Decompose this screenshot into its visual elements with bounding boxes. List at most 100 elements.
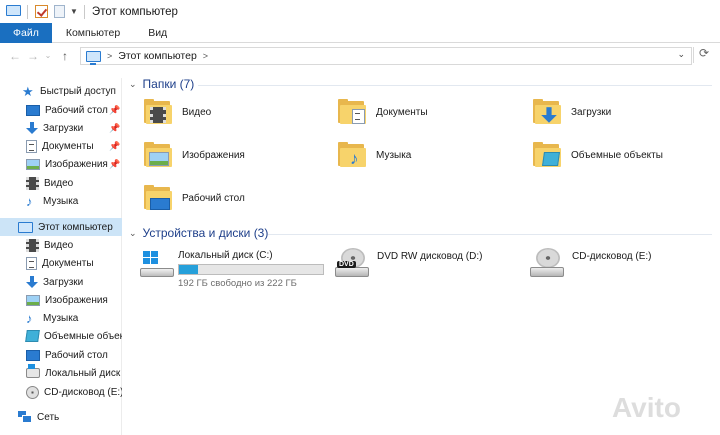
navigation-pane[interactable]: ★ Быстрый доступ Рабочий стол 📌 Загрузки… [0,78,122,435]
local-disk-icon [140,250,174,278]
folder-tile-desktop[interactable]: Рабочий стол [144,185,245,211]
desktop-icon [26,104,40,116]
sidebar-item-label: Изображения [45,294,108,306]
video-icon [26,238,39,252]
music-icon: ♪ [26,310,33,326]
sidebar-item-pc-pictures[interactable]: Изображения [0,291,122,309]
group-header-devices[interactable]: ⌄ Устройства и диски (3) [129,226,268,240]
device-tile-local-disk[interactable] [140,250,174,278]
this-pc-icon [18,221,33,233]
documents-icon [26,256,37,270]
sidebar-item-pc-music[interactable]: ♪ Музыка [0,309,122,327]
title-separator-2 [83,4,85,19]
sidebar-item-downloads[interactable]: Загрузки 📌 [0,119,122,137]
sidebar-item-pc-documents[interactable]: Документы [0,254,122,272]
drive-label: DVD RW дисковод (D:) [377,250,483,262]
group-header-label: Устройства и диски (3) [142,226,269,240]
address-dropdown-icon[interactable]: ⌄ [677,49,685,60]
sidebar-item-pc-3d-objects[interactable]: Объемные объекты [0,327,122,345]
pin-icon: 📌 [109,140,121,151]
sidebar-item-label: Рабочий стол [45,349,108,361]
folder-tile-pictures[interactable]: Изображения [144,142,245,168]
back-arrow-icon[interactable]: ← [6,46,24,66]
tab-computer[interactable]: Компьютер [52,23,134,43]
sidebar-item-label: CD-дисковод (E:) [44,386,122,398]
folder-tile-downloads[interactable]: Загрузки [533,99,611,125]
group-divider [268,234,712,235]
navigation-bar: ← → ⌄ ↑ > Этот компьютер > ⌄ [0,44,720,68]
sidebar-item-pc-desktop[interactable]: Рабочий стол [0,346,122,364]
folder-label: Объемные объекты [571,149,663,161]
properties-quick-icon[interactable] [35,5,48,18]
sidebar-item-label: Видео [44,177,74,189]
sidebar-item-label: Документы [42,140,94,152]
tab-view[interactable]: Вид [134,23,181,43]
avito-watermark: Avito [612,392,681,423]
pin-icon: 📌 [109,122,121,133]
device-tile-dvd[interactable]: DVD DVD RW дисковод (D:) [335,248,482,278]
sidebar-item-label: Музыка [43,312,79,324]
sidebar-item-label: Объемные объекты [44,330,122,342]
folder-tile-documents[interactable]: Документы [338,99,428,125]
sidebar-item-pictures[interactable]: Изображения 📌 [0,155,122,173]
device-tile-cd[interactable]: CD-дисковод (E:) [530,248,652,278]
collapse-chevron-icon[interactable]: ⌄ [129,79,137,90]
address-separator [693,47,694,63]
folder-label: Музыка [376,149,412,161]
disk-usage-fill [179,265,199,274]
forward-arrow-icon[interactable]: → [24,46,42,66]
video-folder-icon [144,99,174,125]
sidebar-item-label: Рабочий стол [45,104,108,116]
tab-file[interactable]: Файл [0,23,52,43]
recent-locations-icon[interactable]: ⌄ [42,46,54,66]
folder-label: Документы [376,106,428,118]
desktop-icon [26,349,40,361]
local-disk-info[interactable]: Локальный диск (C:) 192 ГБ свободно из 2… [178,250,324,289]
network-icon [18,411,32,423]
3d-objects-folder-icon [533,142,563,168]
folder-label: Изображения [182,149,245,161]
sidebar-item-network[interactable]: Сеть [0,408,122,426]
sidebar-item-label: Этот компьютер [38,221,113,233]
folder-tile-music[interactable]: ♪ Музыка [338,142,411,168]
sidebar-item-label: Музыка [43,195,79,207]
sidebar-item-pc-cd-drive[interactable]: CD-дисковод (E:) [0,383,122,401]
3d-objects-icon [25,330,40,342]
group-header-label: Папки (7) [142,77,195,91]
disk-free-text: 192 ГБ свободно из 222 ГБ [178,278,297,289]
breadcrumb[interactable]: Этот компьютер [118,50,197,62]
sidebar-item-quick-access[interactable]: ★ Быстрый доступ [0,82,122,100]
this-pc-icon[interactable] [6,4,21,19]
window-title: Этот компьютер [91,5,178,18]
pictures-folder-icon [144,142,174,168]
up-arrow-icon[interactable]: ↑ [56,46,74,66]
refresh-icon[interactable]: ⟳ [699,46,709,60]
sidebar-item-label: Изображения [45,158,108,170]
title-bar: ▼ Этот компьютер [0,0,720,23]
folder-label: Загрузки [571,106,612,118]
folder-label: Видео [182,106,212,118]
pictures-icon [26,158,40,170]
sidebar-item-desktop[interactable]: Рабочий стол 📌 [0,101,122,119]
music-folder-icon: ♪ [338,142,368,168]
sidebar-item-pc-video[interactable]: Видео [0,236,122,254]
drive-label: CD-дисковод (E:) [572,250,652,262]
sidebar-item-video[interactable]: Видео [0,174,122,192]
sidebar-item-pc-local-disk[interactable]: Локальный диск (C:) [0,364,122,382]
desktop-folder-icon [144,185,174,211]
sidebar-item-pc-downloads[interactable]: Загрузки [0,273,122,291]
ribbon-tabs: Файл Компьютер Вид [0,23,720,43]
group-header-folders[interactable]: ⌄ Папки (7) [129,77,194,91]
breadcrumb-chevron-icon[interactable]: > [203,51,208,61]
sidebar-item-this-pc[interactable]: Этот компьютер [0,218,122,236]
collapse-chevron-icon[interactable]: ⌄ [129,228,137,239]
breadcrumb-chevron-icon[interactable]: > [107,51,112,61]
sidebar-item-documents[interactable]: Документы 📌 [0,137,122,155]
address-bar[interactable]: > Этот компьютер > ⌄ [80,47,692,65]
folder-tile-3d-objects[interactable]: Объемные объекты [533,142,663,168]
cd-drive-icon [26,385,39,399]
sidebar-item-music[interactable]: ♪ Музыка [0,192,122,210]
quick-access-dropdown-icon[interactable]: ▼ [70,7,78,16]
folder-tile-video[interactable]: Видео [144,99,211,125]
new-folder-quick-icon[interactable] [54,5,65,18]
